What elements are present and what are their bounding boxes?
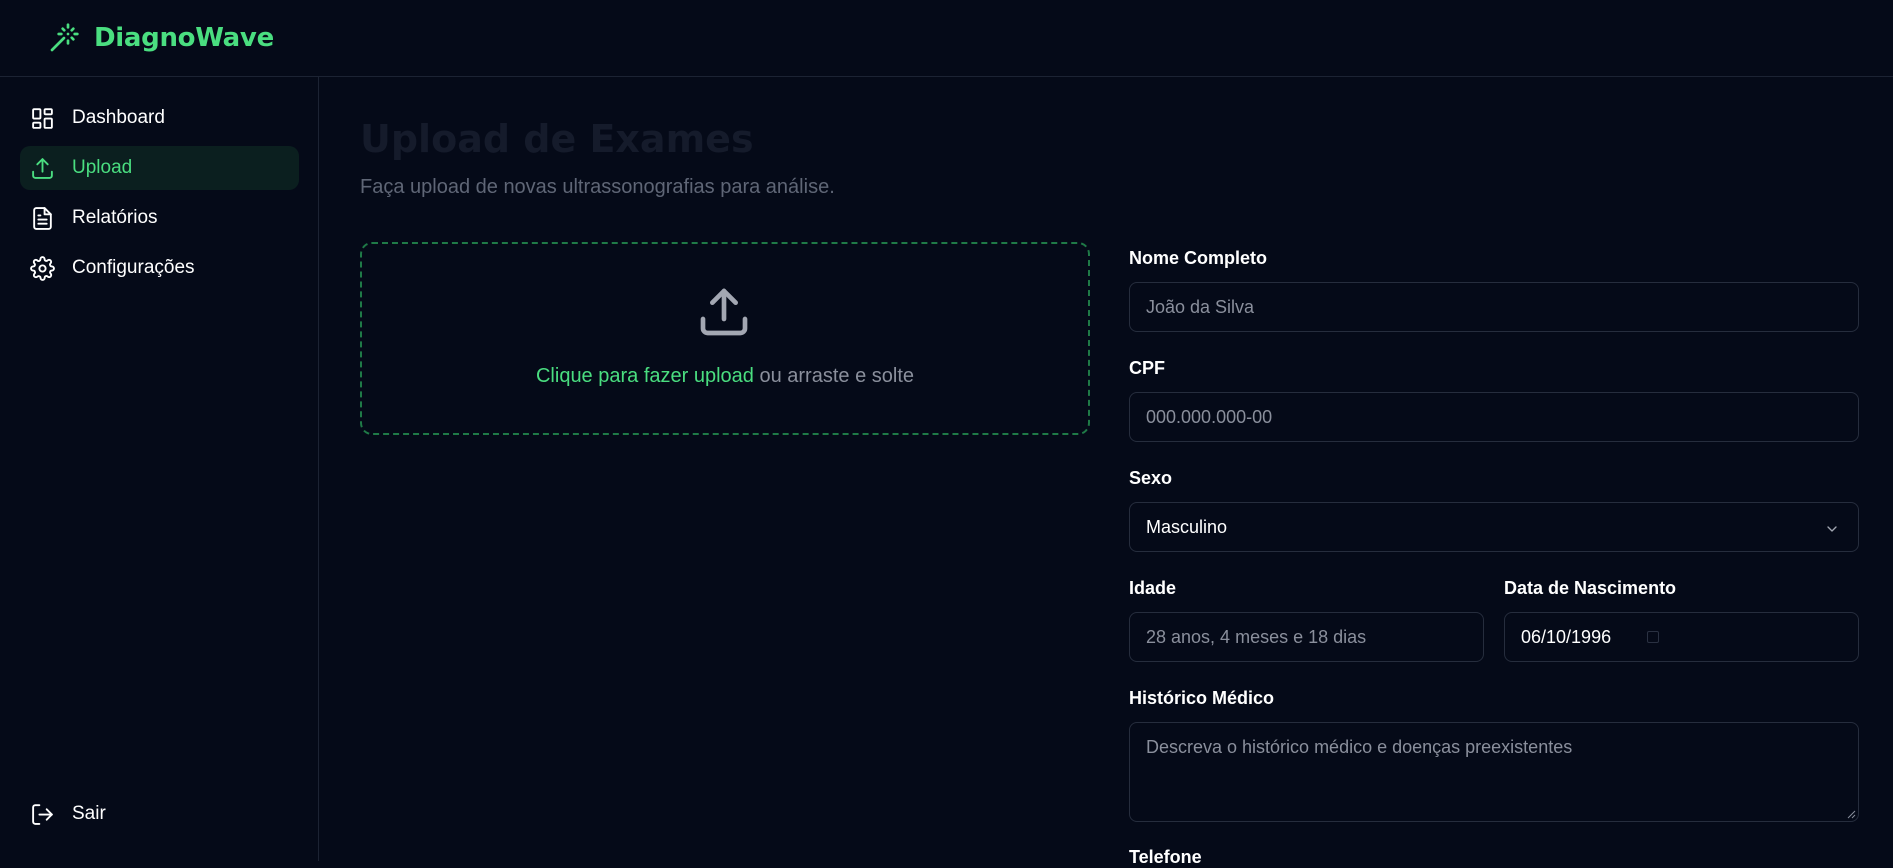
age-input[interactable]: 28 anos, 4 meses e 18 dias <box>1129 612 1484 662</box>
main-content: Upload de Exames Faça upload de novas ul… <box>320 77 1893 867</box>
cpf-input[interactable]: 000.000.000-00 <box>1129 392 1859 442</box>
sex-select[interactable]: Masculino <box>1129 502 1859 552</box>
calendar-icon[interactable] <box>1647 631 1660 643</box>
sidebar-item-relatorios[interactable]: Relatórios <box>20 196 299 240</box>
sidebar-item-upload[interactable]: Upload <box>20 146 299 190</box>
history-placeholder: Descreva o histórico médico e doenças pr… <box>1146 737 1573 757</box>
logout-icon <box>30 802 55 827</box>
brand-name: DiagnoWave <box>94 23 274 53</box>
birth-date-input[interactable]: 06/10/1996 <box>1504 612 1859 662</box>
sidebar: Dashboard Upload Relatórios Configuraçõe… <box>0 77 319 861</box>
age-label: Idade <box>1129 578 1177 598</box>
logout-button[interactable]: Sair <box>20 792 299 836</box>
top-bar: DiagnoWave <box>0 0 1893 77</box>
upload-dropzone[interactable]: Clique para fazer upload ou arraste e so… <box>360 242 1090 435</box>
upload-link[interactable]: Clique para fazer upload <box>536 365 754 387</box>
sidebar-item-label: Dashboard <box>72 107 165 128</box>
name-label: Nome Completo <box>1129 248 1268 268</box>
sex-value: Masculino <box>1146 516 1228 537</box>
gear-icon <box>30 255 55 281</box>
sidebar-item-configuracoes[interactable]: Configurações <box>20 246 299 290</box>
cpf-label: CPF <box>1129 358 1165 378</box>
sidebar-item-label: Configurações <box>72 257 195 278</box>
dropzone-text: Clique para fazer upload ou arraste e so… <box>362 365 1088 388</box>
history-textarea[interactable]: Descreva o histórico médico e doenças pr… <box>1129 722 1859 822</box>
name-placeholder: João da Silva <box>1146 296 1255 317</box>
sidebar-item-label: Relatórios <box>72 207 158 228</box>
name-input[interactable]: João da Silva <box>1129 282 1859 332</box>
sex-label: Sexo <box>1129 468 1173 488</box>
document-icon <box>30 206 55 231</box>
sidebar-item-dashboard[interactable]: Dashboard <box>20 96 299 140</box>
upload-icon <box>30 156 55 181</box>
brand[interactable]: DiagnoWave <box>48 22 274 54</box>
upload-icon <box>696 284 752 340</box>
chevron-down-icon <box>1824 521 1840 537</box>
phone-label: Telefone <box>1129 847 1202 867</box>
dashboard-grid-icon <box>30 106 55 131</box>
page-subtitle: Faça upload de novas ultrassonografias p… <box>360 176 835 198</box>
magic-wand-icon <box>48 22 80 54</box>
page-title: Upload de Exames <box>360 117 754 161</box>
age-placeholder: 28 anos, 4 meses e 18 dias <box>1146 626 1367 647</box>
history-label: Histórico Médico <box>1129 688 1275 708</box>
resize-handle-icon[interactable] <box>1846 809 1856 819</box>
cpf-placeholder: 000.000.000-00 <box>1146 406 1273 427</box>
dropzone-hint: ou arraste e solte <box>753 365 914 387</box>
birth-date-value: 06/10/1996 <box>1521 626 1612 647</box>
logout-label: Sair <box>72 803 106 824</box>
sidebar-item-label: Upload <box>72 157 133 178</box>
birth-date-label: Data de Nascimento <box>1504 578 1677 598</box>
